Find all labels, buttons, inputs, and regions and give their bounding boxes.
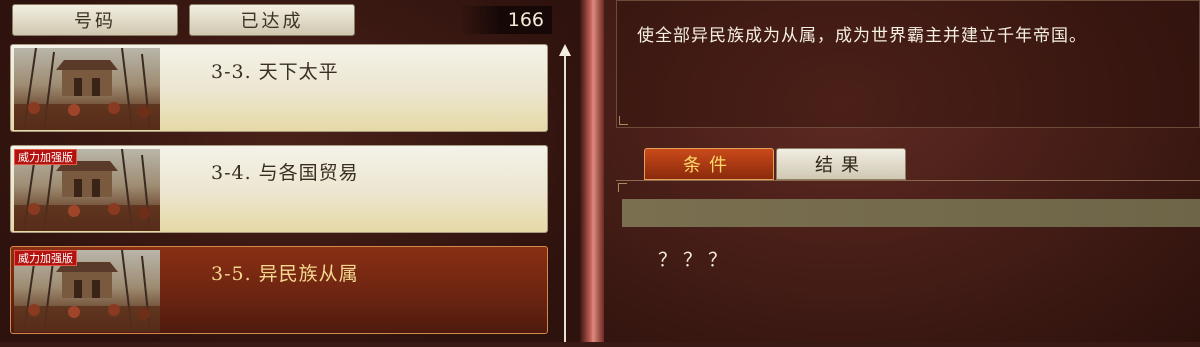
conditions-header-bar [622,199,1200,227]
mission-thumbnail: 威力加强版 [14,149,160,231]
sort-by-achieved-button[interactable]: 已达成 [189,4,355,36]
mission-thumbnail: 威力加强版 [14,250,160,332]
achieved-count: 166 [460,6,552,34]
mission-thumbnail [14,48,160,130]
mission-title: 3-4. 与各国贸易 [211,162,359,184]
condition-text: ？？？ [658,249,734,271]
sort-by-number-button[interactable]: 号码 [12,4,178,36]
scroll-track[interactable] [564,54,566,342]
mission-item-3-5[interactable]: 威力加强版 3-5. 异民族从属 [10,246,548,334]
conditions-area: ？？？ [616,180,1200,342]
tab-results[interactable]: 结果 [776,148,906,180]
tab-conditions[interactable]: 条件 [644,148,774,180]
enhanced-edition-badge: 威力加强版 [14,250,77,266]
frame-corner-ornament [618,183,627,192]
mission-item-3-3[interactable]: 3-3. 天下太平 [10,44,548,132]
panel-divider [580,0,604,342]
enhanced-edition-badge: 威力加强版 [14,149,77,165]
mission-title: 3-5. 异民族从属 [211,263,359,285]
mission-list-panel: 号码 已达成 166 3-3. 天下太平 威力加强版 3-4. 与各国贸易 威力… [0,0,580,342]
frame-corner-ornament [619,116,628,125]
list-scrollbar[interactable] [559,44,571,342]
mission-title: 3-3. 天下太平 [211,61,339,83]
mission-detail-panel: 使全部异民族成为从属，成为世界霸主并建立千年帝国。 条件 结果 ？？？ [604,0,1200,342]
description-box: 使全部异民族成为从属，成为世界霸主并建立千年帝国。 [616,0,1200,128]
mission-list: 3-3. 天下太平 威力加强版 3-4. 与各国贸易 威力加强版 3-5. 异民… [10,44,550,347]
mission-item-3-4[interactable]: 威力加强版 3-4. 与各国贸易 [10,145,548,233]
mission-description: 使全部异民族成为从属，成为世界霸主并建立千年帝国。 [637,26,1087,46]
